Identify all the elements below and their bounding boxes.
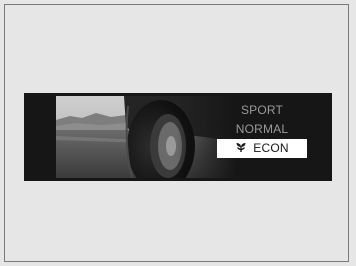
drive-mode-display: SPORT NORMAL ECON	[24, 93, 332, 181]
mode-normal[interactable]: NORMAL	[217, 120, 307, 139]
mode-normal-label: NORMAL	[235, 122, 289, 136]
mode-sport[interactable]: SPORT	[217, 101, 307, 120]
mode-econ[interactable]: ECON	[217, 139, 307, 158]
drive-mode-menu: SPORT NORMAL ECON	[217, 101, 307, 158]
econ-leaf-icon	[235, 140, 247, 152]
mode-econ-label: ECON	[253, 141, 289, 155]
tire-photo	[56, 96, 236, 178]
mode-sport-label: SPORT	[240, 103, 284, 117]
